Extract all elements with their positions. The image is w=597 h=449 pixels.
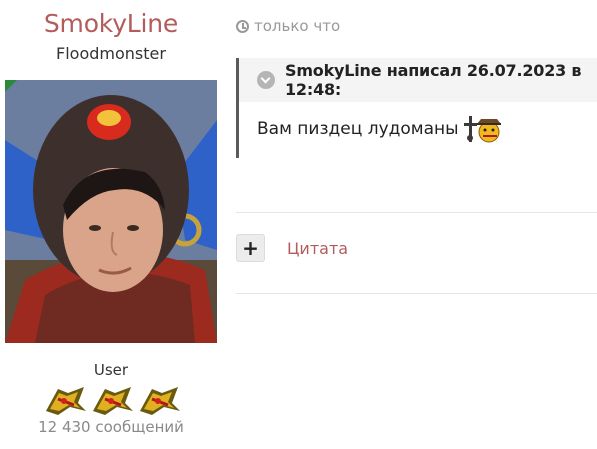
avatar-image (5, 80, 217, 343)
post-time-text: только что (254, 17, 341, 35)
plus-button[interactable]: + (236, 234, 265, 262)
divider (236, 212, 597, 213)
quote-body: Вам пиздец лудоманы (257, 114, 503, 144)
quote-reply-link[interactable]: Цитата (287, 239, 348, 258)
rank-icon (46, 387, 86, 415)
author-name-link[interactable]: SmokyLine (0, 9, 222, 38)
online-indicator (5, 80, 17, 92)
quote-header: SmokyLine написал 26.07.2023 в 12:48: (239, 58, 597, 102)
rank-icon (140, 387, 180, 415)
author-post-count: 12 430 сообщений (38, 418, 184, 436)
quote-text: Вам пиздец лудоманы (257, 119, 459, 139)
quote-block: SmokyLine написал 26.07.2023 в 12:48: Ва… (236, 58, 597, 158)
rank-icons (44, 381, 184, 417)
quote-header-text: SmokyLine написал 26.07.2023 в 12:48: (285, 61, 582, 99)
author-role: User (93, 361, 129, 379)
rank-icon (93, 387, 133, 415)
clock-icon (236, 19, 249, 33)
author-user-title: Floodmonster (56, 44, 166, 63)
divider (236, 293, 597, 294)
avatar[interactable] (5, 80, 217, 343)
smiley-with-gun-icon (463, 116, 501, 143)
post-timestamp[interactable]: только что (236, 17, 340, 35)
post-container: SmokyLine Floodmonster User 12 430 сообщ… (0, 0, 597, 449)
chevron-down-icon[interactable] (257, 71, 275, 89)
